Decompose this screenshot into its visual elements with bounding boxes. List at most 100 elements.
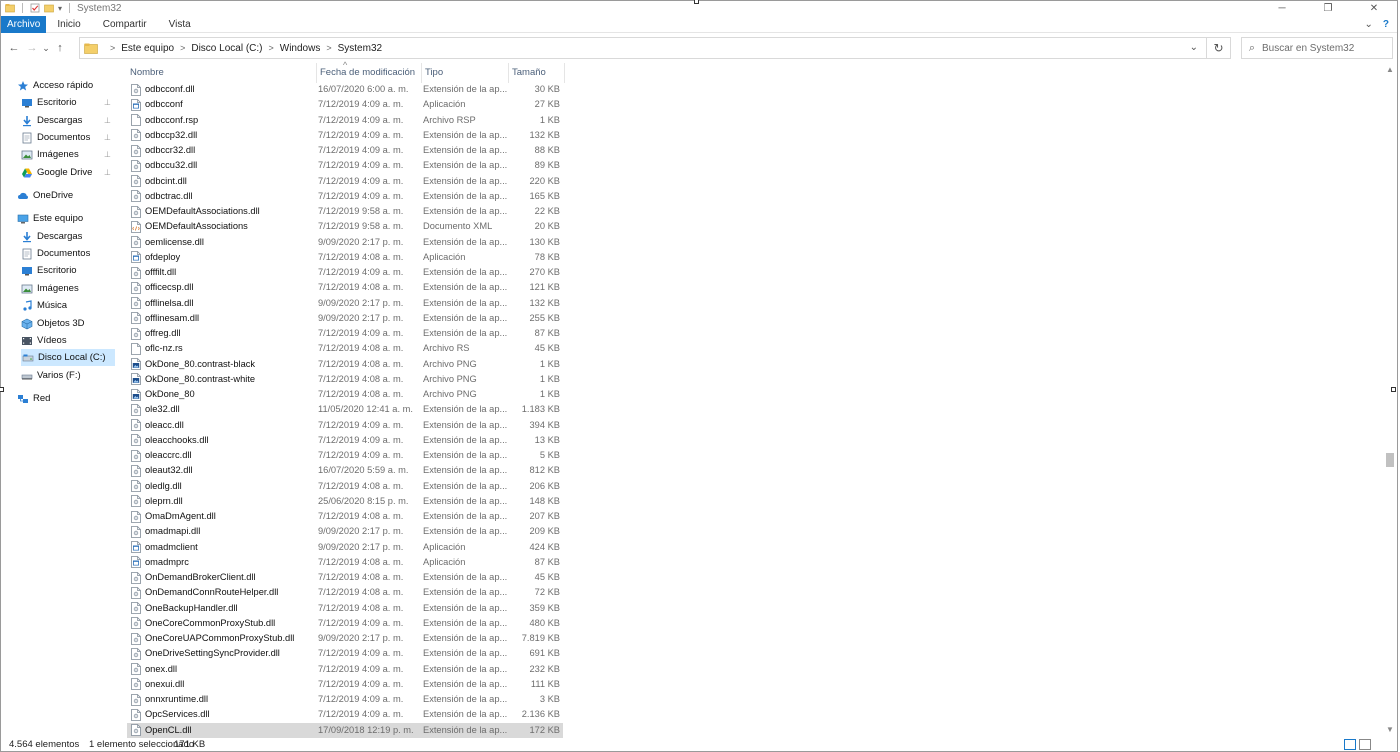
file-row[interactable]: ole32.dll 11/05/2020 12:41 a. m. Extensión… (127, 402, 563, 417)
sidebar-item-escritorio[interactable]: Escritorio (21, 262, 115, 279)
minimize-button[interactable]: ─ (1259, 1, 1305, 15)
new-folder-icon[interactable] (44, 3, 54, 13)
sidebar-item-imágenes[interactable]: Imágenes ⊥ (21, 146, 115, 163)
file-row[interactable]: oleacc.dll 7/12/2019 4:09 a. m. Extensión … (127, 418, 563, 433)
scroll-down-arrow-icon[interactable]: ▼ (1383, 723, 1397, 737)
close-button[interactable]: ✕ (1351, 1, 1397, 15)
breadcrumb-separator-icon[interactable]: > (110, 43, 115, 53)
scroll-up-arrow-icon[interactable]: ▲ (1383, 63, 1397, 77)
tab-vista[interactable]: Vista (158, 16, 202, 33)
column-header-type[interactable]: Tipo (422, 63, 509, 83)
recent-locations-button[interactable]: ⌄ (41, 37, 51, 59)
help-icon[interactable]: ? (1383, 19, 1389, 30)
search-box[interactable]: ⌕ (1241, 37, 1393, 59)
file-row[interactable]: OkDone_80.contrast-black 7/12/2019 4:08 a… (127, 357, 563, 372)
file-row[interactable]: offreg.dll 7/12/2019 4:09 a. m. Extensión … (127, 326, 563, 341)
file-row[interactable]: OneCoreUAPCommonProxyStub.dll 9/09/2020 2… (127, 631, 563, 646)
file-row[interactable]: OneBackupHandler.dll 7/12/2019 4:08 a. m.… (127, 601, 563, 616)
tab-archivo[interactable]: Archivo (1, 15, 47, 33)
sidebar-item-descargas[interactable]: Descargas (21, 228, 115, 245)
column-header-date[interactable]: Fecha de modificación (317, 63, 422, 83)
up-button[interactable]: ↑ (51, 37, 69, 59)
file-row[interactable]: OpcServices.dll 7/12/2019 4:09 a. m. Exten… (127, 707, 563, 722)
breadcrumb-separator-icon[interactable]: > (180, 43, 185, 53)
file-row[interactable]: offlinelsa.dll 9/09/2020 2:17 p. m. Extens… (127, 296, 563, 311)
sidebar-item-este-equipo[interactable]: Este equipo (17, 210, 115, 227)
file-row[interactable]: oleprn.dll 25/06/2020 8:15 p. m. Extensión… (127, 494, 563, 509)
expand-ribbon-chevron-icon[interactable]: ⌄ (1365, 19, 1373, 30)
file-row[interactable]: odbccr32.dll 7/12/2019 4:09 a. m. Extensió… (127, 143, 563, 158)
customize-toolbar-chevron-icon[interactable]: ▾ (58, 4, 62, 13)
vertical-scrollbar[interactable]: ▲ ▼ (1383, 63, 1397, 737)
column-header-size[interactable]: Tamaño (509, 63, 565, 83)
refresh-button[interactable]: ↻ (1206, 38, 1230, 58)
scroll-thumb[interactable] (1386, 453, 1394, 467)
file-row[interactable]: OneDriveSettingSyncProvider.dll 7/12/2019… (127, 646, 563, 661)
file-row[interactable]: oledlg.dll 7/12/2019 4:08 a. m. Extensión … (127, 479, 563, 494)
properties-icon[interactable] (30, 3, 40, 13)
back-button[interactable]: ← (5, 37, 23, 59)
file-row[interactable]: OnDemandBrokerClient.dll 7/12/2019 4:08 a… (127, 570, 563, 585)
sidebar-item-documentos[interactable]: Documentos (21, 245, 115, 262)
sidebar-item-onedrive[interactable]: OneDrive (17, 187, 115, 204)
sidebar-item-música[interactable]: Música (21, 297, 115, 314)
file-row[interactable]: oleacchooks.dll 7/12/2019 4:09 a. m. Exten… (127, 433, 563, 448)
sidebar-item-descargas[interactable]: Descargas ⊥ (21, 112, 115, 129)
file-row[interactable]: OEMDefaultAssociations 7/12/2019 9:58 a. … (127, 219, 563, 234)
file-row[interactable]: onnxruntime.dll 7/12/2019 4:09 a. m. Exten… (127, 692, 563, 707)
breadcrumb-disco-local[interactable]: Disco Local (C:) (191, 43, 262, 54)
file-row[interactable]: omadmapi.dll 9/09/2020 2:17 p. m. Extensió… (127, 524, 563, 539)
sidebar-item-acceso-rápido[interactable]: Acceso rápido (17, 77, 115, 94)
file-row[interactable]: onex.dll 7/12/2019 4:09 a. m. Extensión de… (127, 662, 563, 677)
file-row[interactable]: oleaut32.dll 16/07/2020 5:59 a. m. Extensi… (127, 463, 563, 478)
column-header-name[interactable]: Nombre (127, 63, 317, 83)
file-row[interactable]: OkDone_80.contrast-white 7/12/2019 4:08 a… (127, 372, 563, 387)
sidebar-item-vídeos[interactable]: Vídeos (21, 332, 115, 349)
file-row[interactable]: OneCoreCommonProxyStub.dll 7/12/2019 4:09… (127, 616, 563, 631)
large-icons-view-button[interactable] (1359, 738, 1371, 750)
file-row[interactable]: OpenCL.dll 17/09/2018 12:19 p. m. Extensió… (127, 722, 563, 738)
sidebar-item-escritorio[interactable]: Escritorio ⊥ (21, 94, 115, 111)
sidebar-item-disco-local-c-[interactable]: Disco Local (C:) (21, 349, 115, 366)
tab-inicio[interactable]: Inicio (46, 16, 91, 33)
file-row[interactable]: odbcint.dll 7/12/2019 4:09 a. m. Extensión… (127, 174, 563, 189)
file-row[interactable]: odbcconf 7/12/2019 4:09 a. m. Aplicación 27… (127, 97, 563, 112)
breadcrumb-separator-icon[interactable]: > (269, 43, 274, 53)
sidebar-item-red[interactable]: Red (17, 390, 115, 407)
forward-button[interactable]: → (23, 37, 41, 59)
file-row[interactable]: odbccp32.dll 7/12/2019 4:09 a. m. Extensió… (127, 128, 563, 143)
file-row[interactable]: OEMDefaultAssociations.dll 7/12/2019 9:58… (127, 204, 563, 219)
details-view-button[interactable] (1344, 738, 1356, 750)
sidebar-item-varios-f-[interactable]: Varios (F:) (21, 367, 115, 384)
file-row[interactable]: OmaDmAgent.dll 7/12/2019 4:08 a. m. Extens… (127, 509, 563, 524)
file-row[interactable]: odbctrac.dll 7/12/2019 4:09 a. m. Extensió… (127, 189, 563, 204)
file-row[interactable]: ofdeploy 7/12/2019 4:08 a. m. Aplicación 78… (127, 250, 563, 265)
file-row[interactable]: oemlicense.dll 9/09/2020 2:17 p. m. Extens… (127, 235, 563, 250)
sidebar-item-documentos[interactable]: Documentos ⊥ (21, 129, 115, 146)
search-input[interactable] (1262, 42, 1382, 54)
file-row[interactable]: omadmprc 7/12/2019 4:08 a. m. Aplicación 87… (127, 555, 563, 570)
restore-button[interactable]: ❐ (1305, 1, 1351, 15)
breadcrumb-system32[interactable]: System32 (338, 43, 382, 54)
file-row[interactable]: oflc-nz.rs 7/12/2019 4:08 a. m. Archivo RS… (127, 341, 563, 356)
breadcrumb-este-equipo[interactable]: Este equipo (121, 43, 174, 54)
file-row[interactable]: odbcconf.rsp 7/12/2019 4:09 a. m. Archivo … (127, 113, 563, 128)
sidebar-item-google-drive[interactable]: Google Drive ⊥ (21, 164, 115, 181)
file-row[interactable]: odbccu32.dll 7/12/2019 4:09 a. m. Extensió… (127, 158, 563, 173)
address-dropdown-chevron-icon[interactable]: ⌄ (1190, 38, 1198, 58)
sidebar-item-objetos-3d[interactable]: Objetos 3D (21, 315, 115, 332)
file-row[interactable]: omadmclient 9/09/2020 2:17 p. m. Aplicació… (127, 540, 563, 555)
file-row[interactable]: OnDemandConnRouteHelper.dll 7/12/2019 4:0… (127, 585, 563, 600)
file-row[interactable]: oleaccrc.dll 7/12/2019 4:09 a. m. Extensió… (127, 448, 563, 463)
file-row[interactable]: OkDone_80 7/12/2019 4:08 a. m. Archivo PNG… (127, 387, 563, 402)
file-row[interactable]: offfilt.dll 7/12/2019 4:09 a. m. Extensión… (127, 265, 563, 280)
breadcrumb-windows[interactable]: Windows (280, 43, 321, 54)
breadcrumb-separator-icon[interactable]: > (326, 43, 331, 53)
file-row[interactable]: officecsp.dll 7/12/2019 4:08 a. m. Extensi… (127, 280, 563, 295)
file-row[interactable]: offlinesam.dll 9/09/2020 2:17 p. m. Extens… (127, 311, 563, 326)
sidebar-item-imágenes[interactable]: Imágenes (21, 280, 115, 297)
file-row[interactable]: onexui.dll 7/12/2019 4:09 a. m. Extensión … (127, 677, 563, 692)
tab-compartir[interactable]: Compartir (92, 16, 158, 33)
file-row[interactable]: odbcconf.dll 16/07/2020 6:00 a. m. Extensi… (127, 82, 563, 97)
address-bar[interactable]: > Este equipo > Disco Local (C:) > Windo… (79, 37, 1231, 59)
